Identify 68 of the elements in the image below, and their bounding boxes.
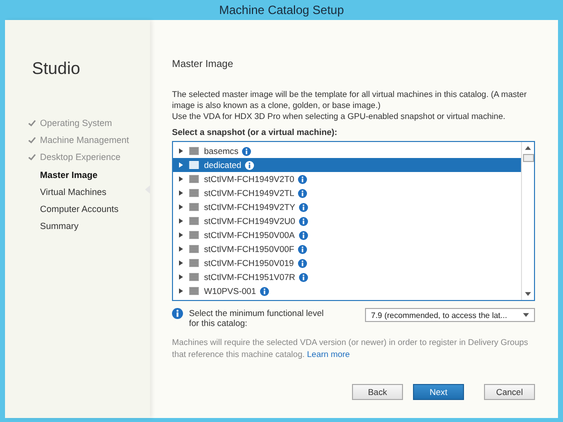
snapshot-row[interactable]: W10PVS-001 (173, 284, 521, 298)
info-icon[interactable] (245, 160, 254, 170)
list-label: Select a snapshot (or a virtual machine): (172, 127, 338, 137)
snapshot-row[interactable]: stCtlVM-FCH1950V00A (173, 228, 521, 242)
snapshot-row[interactable]: stCtlVM-FCH1949V2TL (173, 186, 521, 200)
page-heading: Master Image (172, 59, 234, 70)
expand-arrow-icon[interactable] (179, 162, 183, 168)
info-icon[interactable] (299, 216, 308, 226)
expand-arrow-icon[interactable] (179, 176, 183, 182)
scroll-down-icon[interactable] (525, 292, 531, 296)
snapshot-list[interactable]: basemcs dedicated stCtlVM-FCH1949V2T0 stCtlVM-FCH1949V2TL stCtlVM-FCH1949V2TY stCtlVM-FCH1949V2U0 stCtlVM-FCH1950V00A stCtlVM-FCH1950V00F stCtlVM-FCH1950V019 stCtlVM-FCH1951V07R W10PVS-001 (172, 141, 535, 301)
monitor-icon (189, 287, 199, 295)
info-icon[interactable] (242, 146, 252, 156)
scrollbar[interactable] (521, 142, 534, 300)
monitor-icon (189, 147, 199, 155)
monitor-icon (189, 175, 199, 183)
note-text: Machines will require the selected VDA version (or newer) in order to register in Delivery Groups that reference this machine catalog. Learn more (172, 336, 530, 360)
window-title: Machine Catalog Setup (218, 2, 345, 19)
functional-level-dropdown[interactable]: 7.9 (recommended, to access the lat... (365, 308, 535, 322)
expand-arrow-icon[interactable] (179, 190, 183, 196)
monitor-icon (189, 231, 199, 239)
checkmark-icon (28, 153, 36, 162)
monitor-icon (189, 245, 199, 253)
snapshot-row[interactable]: stCtlVM-FCH1949V2U0 (173, 214, 521, 228)
info-icon[interactable] (298, 244, 308, 254)
description-text: The selected master image will be the template for all virtual machines in this catalog. (A master image is also known as a clone, golden, or base image.) (172, 89, 528, 111)
scrollbar-thumb[interactable] (522, 154, 534, 162)
dropdown-caret-icon (523, 313, 529, 317)
info-icon[interactable] (299, 202, 308, 212)
expand-arrow-icon[interactable] (179, 204, 183, 210)
expand-arrow-icon[interactable] (179, 148, 183, 154)
dialog-button[interactable]: Cancel (484, 384, 535, 400)
scroll-up-icon[interactable] (525, 146, 531, 150)
description-text: Use the VDA for HDX 3D Pro when selecting a GPU-enabled snapshot or virtual machine. (172, 111, 506, 122)
snapshot-row[interactable]: dedicated (173, 158, 521, 172)
snapshot-row[interactable]: stCtlVM-FCH1949V2T0 (173, 172, 521, 186)
monitor-icon (189, 217, 199, 225)
info-icon[interactable] (260, 286, 270, 296)
wizard-step[interactable]: Master Image (28, 166, 150, 184)
info-icon[interactable] (298, 258, 307, 268)
expand-arrow-icon[interactable] (179, 274, 183, 280)
expand-arrow-icon[interactable] (179, 288, 183, 294)
functional-level-label: Select the minimum functional level for this catalog: (189, 308, 325, 328)
expand-arrow-icon[interactable] (179, 218, 183, 224)
primary-button[interactable]: Next (413, 384, 464, 400)
snapshot-row[interactable]: stCtlVM-FCH1950V00F (173, 242, 521, 256)
info-icon[interactable] (298, 188, 308, 198)
monitor-icon (189, 259, 199, 267)
wizard-step[interactable]: Computer Accounts (28, 200, 150, 218)
snapshot-row[interactable]: basemcs (173, 144, 521, 158)
info-icon[interactable] (298, 174, 308, 184)
info-icon[interactable] (298, 230, 308, 240)
monitor-icon (189, 273, 199, 281)
monitor-icon (189, 189, 199, 197)
sidebar-title: Studio (32, 59, 82, 79)
info-icon (172, 308, 183, 319)
dialog-button[interactable]: Back (352, 384, 403, 400)
snapshot-row[interactable]: stCtlVM-FCH1950V019 (173, 256, 521, 270)
expand-arrow-icon[interactable] (179, 246, 183, 252)
wizard-step[interactable]: Summary (28, 218, 150, 236)
expand-arrow-icon[interactable] (179, 232, 183, 238)
monitor-icon (189, 161, 199, 169)
snapshot-row[interactable]: stCtlVM-FCH1949V2TY (173, 200, 521, 214)
snapshot-row[interactable]: stCtlVM-FCH1951V07R (173, 270, 521, 284)
expand-arrow-icon[interactable] (179, 260, 183, 266)
monitor-icon (189, 203, 199, 211)
info-icon[interactable] (299, 272, 308, 282)
learn-more-link[interactable]: Learn more (307, 349, 350, 359)
